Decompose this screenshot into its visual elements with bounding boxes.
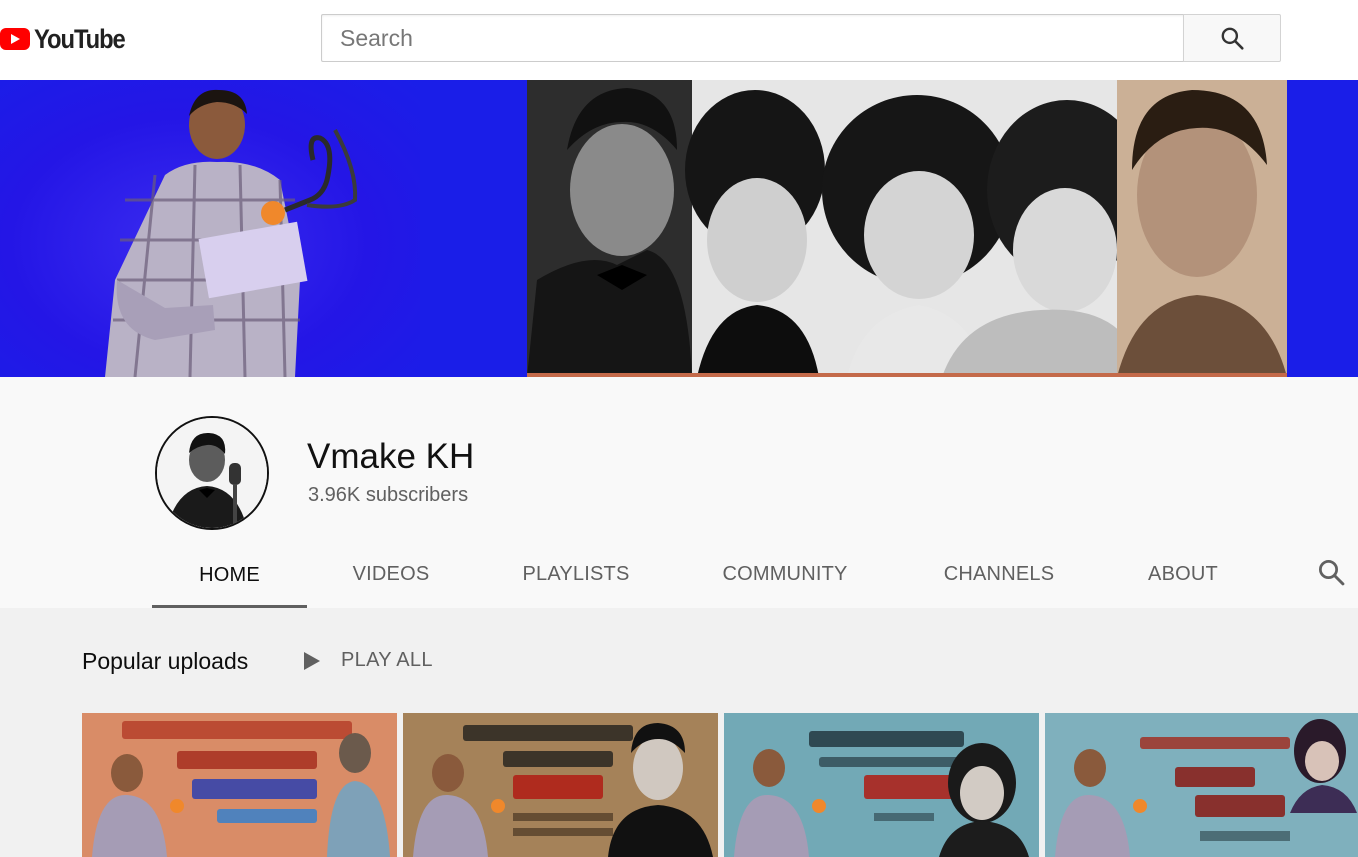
search-icon xyxy=(1221,27,1244,50)
tab-videos[interactable]: VIDEOS xyxy=(307,543,475,606)
video-thumbnail-image xyxy=(82,713,397,857)
channel-search-button[interactable] xyxy=(1316,557,1346,592)
video-thumbnail-image xyxy=(1045,713,1358,857)
tab-playlists[interactable]: PLAYLISTS xyxy=(475,543,677,606)
video-thumbnail-2[interactable] xyxy=(403,713,718,857)
play-icon xyxy=(304,651,320,670)
tab-channels[interactable]: CHANNELS xyxy=(893,543,1105,606)
channel-tabs: HOME VIDEOS PLAYLISTS COMMUNITY CHANNELS… xyxy=(152,543,1261,608)
channel-header: Vmake KH 3.96K subscribers HOME VIDEOS P… xyxy=(0,377,1358,608)
tab-home[interactable]: HOME xyxy=(152,543,307,608)
channel-name: Vmake KH xyxy=(307,437,475,476)
banner-presenter-image xyxy=(105,89,358,377)
home-content: Popular uploads PLAY ALL xyxy=(0,608,1358,857)
play-all-label: PLAY ALL xyxy=(341,649,433,671)
section-title: Popular uploads xyxy=(82,648,249,674)
video-thumbnail-image xyxy=(403,713,718,857)
play-all-button[interactable]: PLAY ALL xyxy=(303,649,433,672)
avatar-image xyxy=(157,418,267,528)
youtube-logo[interactable]: YouTube xyxy=(0,23,137,55)
video-thumbnail-image xyxy=(724,713,1039,857)
search-button[interactable] xyxy=(1183,14,1281,62)
subscriber-count: 3.96K subscribers xyxy=(308,484,469,506)
search-input[interactable] xyxy=(322,15,1184,61)
masthead: YouTube xyxy=(0,0,1358,80)
video-thumbnail-4[interactable] xyxy=(1045,713,1358,857)
banner-singers-photo xyxy=(527,80,1287,377)
search-icon xyxy=(1319,560,1345,586)
tab-about[interactable]: ABOUT xyxy=(1105,543,1261,606)
banner-singers-illustration xyxy=(527,80,1287,377)
youtube-play-icon xyxy=(0,28,30,50)
avatar[interactable] xyxy=(155,416,269,530)
search-box xyxy=(321,14,1184,62)
tab-community[interactable]: COMMUNITY xyxy=(677,543,893,606)
logo-text: YouTube xyxy=(34,23,126,54)
video-thumbnail-1[interactable] xyxy=(82,713,397,857)
video-thumbnail-3[interactable] xyxy=(724,713,1039,857)
channel-banner xyxy=(0,80,1358,377)
